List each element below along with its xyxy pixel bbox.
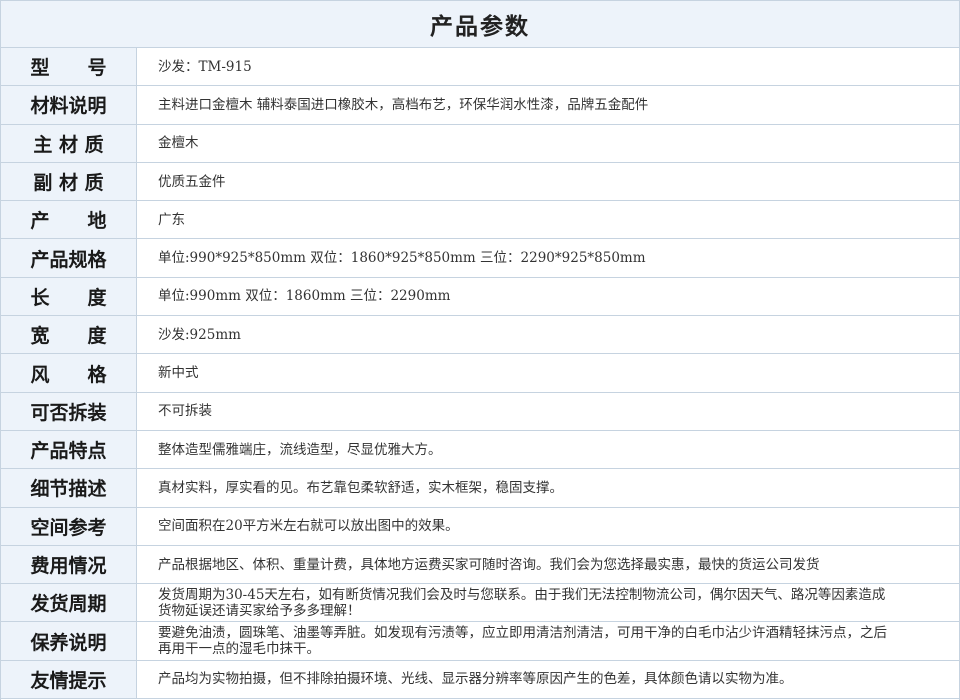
row-label: 费用情况 [1,545,137,584]
row-value: 产品根据地区、体积、重量计费，具体地方运费买家可随时咨询。我们会为您选择最实惠，… [158,556,820,573]
row-value-cell: 沙发:925mm [137,316,959,353]
row-value: 要避免油渍，圆珠笔、油墨等弄脏。如发现有污渍等，应立即用清洁剂清洁，可用干净的白… [158,625,887,658]
row-value: 产品均为实物拍摄，但不排除拍摄环境、光线、显示器分辨率等原因产生的色差，具体颜色… [158,671,793,688]
table-row: 型 号 沙发：TM-915 [1,48,959,87]
row-value: 新中式 [158,365,199,382]
row-value-cell: 广东 [137,201,959,238]
row-value-cell: 空间面积在20平方米左右就可以放出图中的效果。 [137,508,959,545]
table-row: 材料说明 主料进口金檀木 辅料泰国进口橡胶木，高档布艺，环保华润水性漆，品牌五金配… [1,86,959,125]
row-value: 主料进口金檀木 辅料泰国进口橡胶木，高档布艺，环保华润水性漆，品牌五金配件 [158,96,649,113]
row-value-cell: 不可拆装 [137,393,959,430]
row-value: 单位:990*925*850mm 双位：1860*925*850mm 三位：22… [158,250,646,267]
row-label: 型 号 [1,48,137,86]
row-value-cell: 沙发：TM-915 [137,48,959,85]
row-label: 风 格 [1,354,137,392]
table-title: 产品参数 [430,13,530,40]
row-value: 空间面积在20平方米左右就可以放出图中的效果。 [158,518,459,535]
row-value-cell: 金檀木 [137,125,959,162]
table-row: 细节描述 真材实料，厚实看的见。布艺靠包柔软舒适，实木框架，稳固支撑。 [1,469,959,508]
row-label: 产 地 [1,201,137,239]
table-row: 发货周期 发货周期为30-45天左右，如有断货情况我们会及时与您联系。由于我们无法… [1,584,959,623]
row-label: 空间参考 [1,507,137,545]
row-label: 长 度 [1,277,137,316]
table-row: 产品规格 单位:990*925*850mm 双位：1860*925*850mm 三… [1,239,959,278]
parameter-rows: 型 号 沙发：TM-915 材料说明 主料进口金檀木 辅料泰国进口橡胶木，高档布艺，环… [1,48,959,700]
row-label: 产品特点 [1,430,137,469]
table-row: 产品特点 整体造型儒雅端庄，流线造型，尽显优雅大方。 [1,430,959,470]
table-row: 友情提示 产品均为实物拍摄，但不排除拍摄环境、光线、显示器分辨率等原因产生的色差，… [1,660,959,700]
row-label: 发货周期 [1,584,137,622]
row-label: 友情提示 [1,660,137,699]
table-row: 副 材 质 优质五金件 [1,162,959,202]
row-value: 金檀木 [158,135,199,152]
table-row: 空间参考 空间面积在20平方米左右就可以放出图中的效果。 [1,507,959,546]
table-row: 风 格 新中式 [1,354,959,393]
row-value-cell: 优质五金件 [137,163,959,200]
row-value: 沙发:925mm [158,326,241,343]
product-parameter-table: 产品参数 型 号 沙发：TM-915 材料说明 主料进口金檀木 辅料泰国进口橡胶木，高… [0,0,960,700]
row-label: 主 材 质 [1,124,137,162]
row-label: 副 材 质 [1,162,137,201]
row-value-cell: 产品根据地区、体积、重量计费，具体地方运费买家可随时咨询。我们会为您选择最实惠，… [137,546,959,583]
table-row: 宽 度 沙发:925mm [1,316,959,355]
row-label: 产品规格 [1,239,137,277]
row-value: 优质五金件 [158,173,226,190]
row-value-cell: 新中式 [137,354,959,391]
table-row: 费用情况 产品根据地区、体积、重量计费，具体地方运费买家可随时咨询。我们会为您选择… [1,545,959,585]
row-label: 材料说明 [1,86,137,124]
row-value: 发货周期为30-45天左右，如有断货情况我们会及时与您联系。由于我们无法控制物流… [158,586,886,619]
row-label: 可否拆装 [1,392,137,430]
row-value-cell: 要避免油渍，圆珠笔、油墨等弄脏。如发现有污渍等，应立即用清洁剂清洁，可用干净的白… [137,622,959,659]
row-value-cell: 主料进口金檀木 辅料泰国进口橡胶木，高档布艺，环保华润水性漆，品牌五金配件 [137,86,959,123]
row-value: 广东 [158,211,185,228]
row-value-cell: 单位:990mm 双位：1860mm 三位：2290mm [137,278,959,315]
row-value: 不可拆装 [158,403,212,420]
row-value-cell: 单位:990*925*850mm 双位：1860*925*850mm 三位：22… [137,239,959,276]
row-value: 整体造型儒雅端庄，流线造型，尽显优雅大方。 [158,441,442,458]
row-value-cell: 发货周期为30-45天左右，如有断货情况我们会及时与您联系。由于我们无法控制物流… [137,584,959,621]
row-value: 沙发：TM-915 [158,58,252,75]
row-value-cell: 真材实料，厚实看的见。布艺靠包柔软舒适，实木框架，稳固支撑。 [137,469,959,506]
row-label: 细节描述 [1,469,137,507]
row-label: 宽 度 [1,316,137,354]
row-label: 保养说明 [1,622,137,660]
row-value: 真材实料，厚实看的见。布艺靠包柔软舒适，实木框架，稳固支撑。 [158,479,563,496]
table-row: 主 材 质 金檀木 [1,124,959,163]
row-value-cell: 整体造型儒雅端庄，流线造型，尽显优雅大方。 [137,431,959,468]
row-value-cell: 产品均为实物拍摄，但不排除拍摄环境、光线、显示器分辨率等原因产生的色差，具体颜色… [137,661,959,698]
table-header: 产品参数 [1,0,959,48]
table-row: 保养说明 要避免油渍，圆珠笔、油墨等弄脏。如发现有污渍等，应立即用清洁剂清洁，可用… [1,622,959,661]
row-value: 单位:990mm 双位：1860mm 三位：2290mm [158,288,451,305]
table-row: 可否拆装 不可拆装 [1,392,959,431]
table-row: 产 地 广东 [1,201,959,240]
table-row: 长 度 单位:990mm 双位：1860mm 三位：2290mm [1,277,959,317]
